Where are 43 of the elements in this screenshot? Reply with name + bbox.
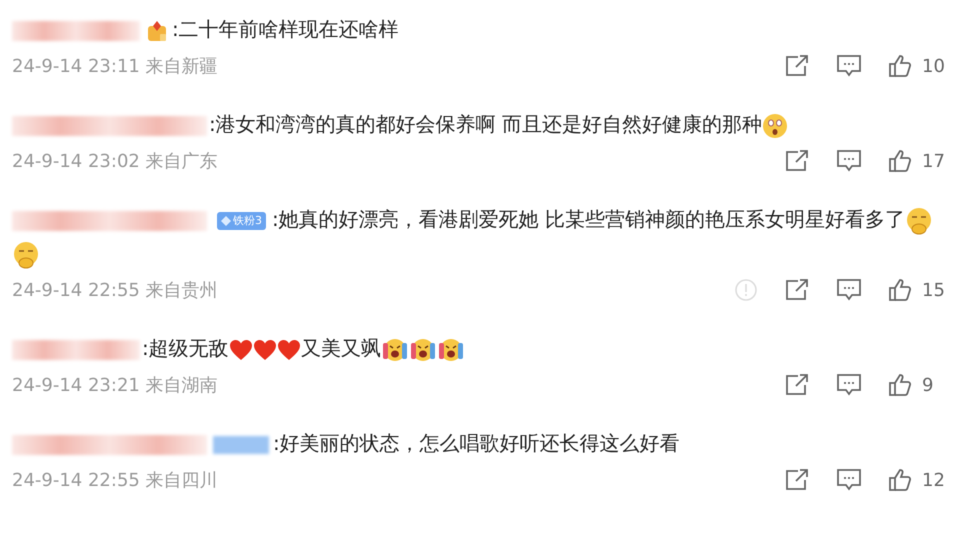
emoji-face-icon	[12, 240, 40, 269]
like-count: 12	[922, 470, 946, 490]
comment-icon[interactable]	[836, 54, 862, 78]
share-icon[interactable]	[784, 373, 810, 397]
comment-text: :她真的好漂亮，看港剧爱死她 比某些营销神颜的艳压系女明星好看多了	[272, 207, 906, 231]
comment-text: :超级无敌	[142, 336, 229, 360]
comment-meta: 24-9-14 22:55 来自四川	[12, 469, 218, 492]
heart-icon	[228, 338, 253, 361]
share-icon[interactable]	[784, 278, 810, 302]
thumbs-up-icon[interactable]	[888, 149, 912, 173]
share-icon[interactable]	[784, 54, 810, 78]
blurred-badge	[213, 436, 269, 454]
thumbs-up-icon[interactable]	[888, 373, 912, 397]
comment-meta: 24-9-14 23:21 来自湖南	[12, 374, 218, 397]
comment-meta: 24-9-14 23:02 来自广东	[12, 150, 218, 173]
emoji-face-icon	[408, 336, 437, 363]
like-count: 17	[922, 150, 946, 172]
comment-text: :港女和湾湾的真的都好会保养啊 而且还是好自然好健康的那种	[209, 112, 762, 136]
comment-icon[interactable]	[836, 149, 862, 173]
share-icon[interactable]	[784, 468, 810, 492]
comment-icon[interactable]	[836, 373, 862, 397]
like-count: 9	[922, 374, 934, 396]
comment-icon[interactable]	[836, 468, 862, 492]
medal-badge-icon	[146, 18, 168, 43]
comment-text: 又美又飒	[300, 336, 381, 360]
thumbs-up-icon[interactable]	[888, 468, 912, 492]
like-count: 10	[922, 56, 946, 76]
comment-meta: 24-9-14 22:55 来自贵州	[12, 279, 218, 302]
comment-meta: 24-9-14 23:11 来自新疆	[12, 55, 218, 78]
emoji-face-icon	[436, 336, 465, 363]
fan-badge: 铁粉3	[217, 212, 266, 230]
comment-icon[interactable]	[836, 278, 862, 302]
heart-icon	[276, 338, 301, 361]
comment-text: :二十年前啥样现在还啥样	[172, 17, 399, 41]
like-count: 15	[922, 280, 946, 300]
emoji-face-icon	[762, 112, 788, 139]
heart-icon	[252, 338, 277, 361]
thumbs-up-icon[interactable]	[888, 54, 912, 78]
thumbs-up-icon[interactable]	[888, 278, 912, 302]
emoji-face-icon	[380, 336, 409, 363]
share-icon[interactable]	[784, 149, 810, 173]
emoji-face-icon	[905, 206, 934, 235]
comment-text: :好美丽的状态，怎么唱歌好听还长得这么好看	[273, 431, 680, 455]
